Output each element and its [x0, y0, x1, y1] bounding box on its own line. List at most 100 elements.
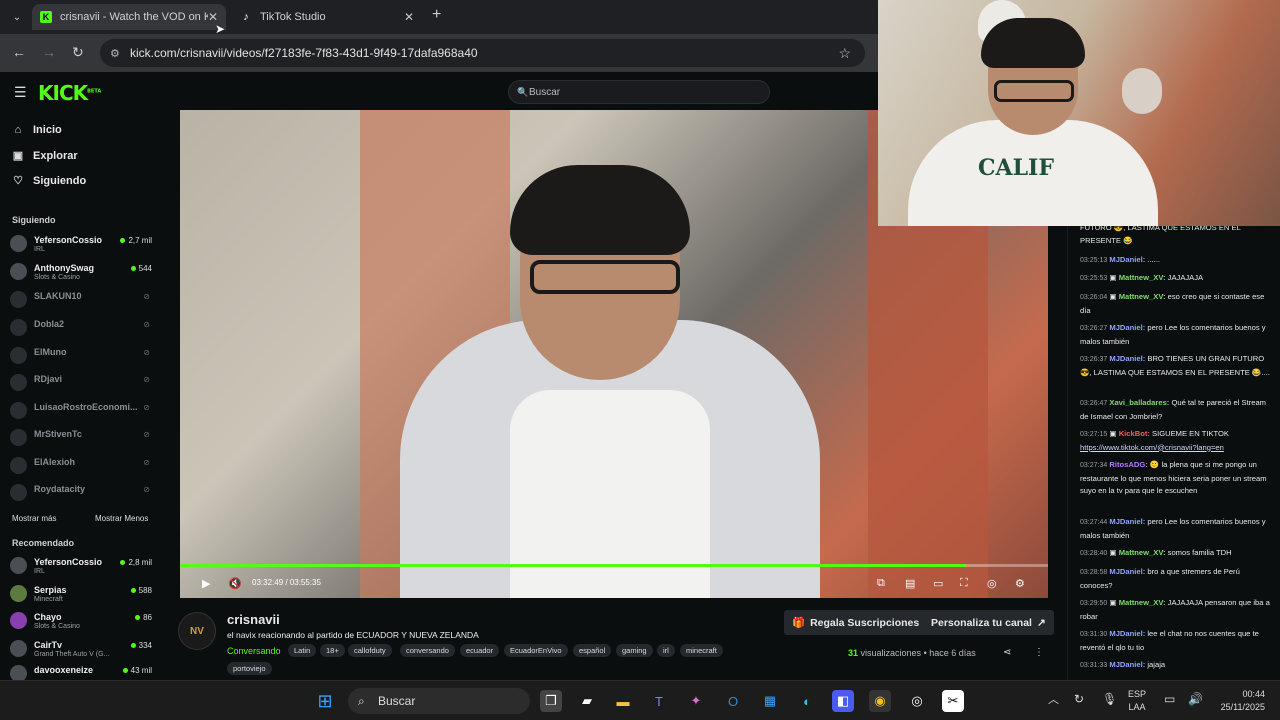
sidebar-item-siguiendo[interactable]: ♡ Siguiendo [12, 174, 86, 188]
show-more-button[interactable]: Mostrar más [12, 514, 56, 523]
tag[interactable]: español [573, 644, 612, 657]
tag[interactable]: callofduty [348, 644, 392, 657]
clock[interactable]: 00:44 25/11/2025 [1210, 688, 1265, 714]
recommended-channel-row[interactable]: CairTv Grand Theft Auto V (G... 334 [10, 637, 152, 661]
chat-link[interactable]: https://www.tiktok.com/@crisnavii?lang=e… [1080, 443, 1224, 452]
taskbar-search-input[interactable]: ⌕ Buscar [348, 688, 530, 714]
microphone-icon[interactable]: 🎙 [1102, 693, 1117, 706]
chat-username[interactable]: KickBot: [1119, 429, 1150, 438]
tag[interactable]: minecraft [680, 644, 723, 657]
following-channel-row[interactable]: ElAlexioh ⊘ [10, 454, 152, 478]
reload-icon[interactable]: ↻ [72, 44, 84, 61]
following-channel-row[interactable]: LuisaoRostroEconomi... ⊘ [10, 399, 152, 423]
chrome-icon[interactable]: ◉ [869, 690, 891, 712]
channel-name[interactable]: crisnavii [227, 612, 280, 627]
recommended-channel-row[interactable]: Chayo Slots & Casino 86 [10, 609, 152, 633]
chat-username[interactable]: MJDaniel: [1109, 354, 1145, 363]
chat-username[interactable]: MJDaniel: [1109, 255, 1145, 264]
tag[interactable]: portoviejo [227, 662, 272, 675]
chat-username[interactable]: Mattnew_XV: [1119, 273, 1166, 282]
language-indicator[interactable]: ESP LAA [1128, 688, 1146, 714]
chat-username[interactable]: Mattnew_XV: [1119, 292, 1166, 301]
windows-start-icon[interactable]: ⊞ [314, 690, 336, 712]
show-less-button[interactable]: Mostrar Menos [95, 514, 148, 523]
task-view-icon[interactable]: ❐ [540, 690, 562, 712]
following-channel-row[interactable]: RDjavi ⊘ [10, 371, 152, 395]
chat-username[interactable]: MJDaniel: [1109, 629, 1145, 638]
chat-username[interactable]: Mattnew_XV: [1119, 548, 1166, 557]
avatar [10, 429, 27, 446]
terminal-icon[interactable]: ▰ [576, 690, 598, 712]
menu-hamburger-icon[interactable]: ☰ [14, 84, 27, 101]
recommended-channel-row[interactable]: YefersonCossio IRL 2,8 mil [10, 554, 152, 578]
chat-username[interactable]: MJDaniel: [1109, 323, 1145, 332]
chat-timestamp: 03:25:53 [1080, 275, 1108, 282]
tag[interactable]: 18+ [320, 644, 345, 657]
tag[interactable]: irl [657, 644, 675, 657]
tag[interactable]: conversando [400, 644, 455, 657]
chat-username[interactable]: MJDaniel: [1109, 660, 1145, 669]
chat-username[interactable]: Mattnew_XV: [1119, 598, 1166, 607]
fullscreen-icon[interactable]: ⛶ [960, 577, 968, 590]
theater-mode-icon[interactable]: ▭ [933, 577, 943, 590]
following-channel-row[interactable]: YefersonCossio IRL 2,7 mil [10, 232, 152, 256]
following-channel-row[interactable]: SLAKUN10 ⊘ [10, 288, 152, 312]
settings-gear-icon[interactable]: ⚙ [1015, 577, 1025, 590]
following-channel-row[interactable]: MrStivenTc ⊘ [10, 426, 152, 450]
file-explorer-icon[interactable]: ▬ [612, 690, 634, 712]
mute-icon[interactable]: 🔇 [228, 577, 242, 590]
chat-username[interactable]: MJDaniel: [1109, 517, 1145, 526]
tray-chevron-icon[interactable]: ︿ [1048, 694, 1059, 707]
chat-username[interactable]: Xavi_balladares: [1109, 398, 1169, 407]
url-field[interactable]: ⚙ kick.com/crisnavii/videos/f27183fe-7f8… [100, 39, 865, 67]
outlook-icon[interactable]: O [722, 690, 744, 712]
store-icon[interactable]: ▦ [759, 690, 781, 712]
channel-name: Chayo [34, 612, 62, 622]
back-arrow-icon[interactable]: ← [12, 44, 26, 60]
gift-subs-button[interactable]: 🎁 Regala Suscripciones [784, 610, 928, 635]
clip-icon[interactable]: ▤ [905, 577, 915, 590]
customize-channel-button[interactable]: Personaliza tu canal ↗ [923, 610, 1054, 635]
tab-kick[interactable]: K crisnavii - Watch the VOD on Ki ✕ [32, 4, 226, 30]
sync-icon[interactable]: ↻ [1074, 693, 1084, 706]
chat-username[interactable]: RitosADG: [1109, 460, 1147, 469]
close-tab-icon[interactable]: ✕ [404, 10, 414, 24]
kick-logo[interactable]: KICKBETA [38, 81, 101, 105]
tab-list-chevron-icon[interactable]: ⌄ [8, 8, 26, 26]
bookmark-star-icon[interactable]: ☆ [838, 45, 851, 62]
app-icon[interactable]: ◧ [832, 690, 854, 712]
sidebar-item-inicio[interactable]: ⌂ Inicio [12, 124, 62, 136]
tag[interactable]: ecuador [460, 644, 500, 657]
forward-arrow-icon[interactable]: → [42, 44, 56, 60]
search-input[interactable]: 🔍 Buscar [508, 80, 770, 104]
channel-avatar[interactable]: NV [178, 612, 216, 650]
tag[interactable]: gaming [616, 644, 653, 657]
recommended-channel-row[interactable]: Serpias Minecraft 588 [10, 582, 152, 606]
following-channel-row[interactable]: ElMuno ⊘ [10, 344, 152, 368]
sidebar-item-explorar[interactable]: ▣ Explorar [12, 149, 78, 163]
tag[interactable]: EcuadorEnVivo [504, 644, 568, 657]
new-tab-button[interactable]: + [432, 6, 441, 24]
obs-icon[interactable]: ◎ [906, 690, 928, 712]
miniplayer-icon[interactable]: ⧉ [877, 577, 885, 590]
following-channel-row[interactable]: Roydatacity ⊘ [10, 481, 152, 505]
copilot-icon[interactable]: ✦ [685, 690, 707, 712]
share-icon[interactable]: ⋖ [1003, 647, 1011, 658]
following-channel-row[interactable]: Dobla2 ⊘ [10, 316, 152, 340]
capcut-icon[interactable]: ✂ [942, 690, 964, 712]
volume-icon[interactable]: 🔊 [1188, 693, 1203, 706]
category-link[interactable]: Conversando [227, 646, 281, 656]
edge-icon[interactable]: ◐ [796, 690, 818, 712]
following-channel-row[interactable]: AnthonySwag Slots & Casino 544 [10, 260, 152, 284]
chat-username[interactable]: MJDaniel: [1109, 567, 1145, 576]
teams-icon[interactable]: T [648, 690, 670, 712]
tab-tiktok-studio[interactable]: ♪ TikTok Studio ✕ [232, 4, 422, 30]
more-options-icon[interactable]: ⋮ [1034, 647, 1044, 658]
tag[interactable]: Latin [288, 644, 317, 657]
video-progress-bar[interactable] [180, 564, 1048, 567]
network-icon[interactable]: ▭ [1164, 693, 1175, 706]
playback-speed-icon[interactable]: ◎ [987, 577, 997, 590]
chat-timestamp: 03:28:58 [1080, 569, 1108, 576]
play-icon[interactable]: ▶ [202, 577, 210, 590]
site-settings-icon[interactable]: ⚙ [110, 47, 120, 60]
